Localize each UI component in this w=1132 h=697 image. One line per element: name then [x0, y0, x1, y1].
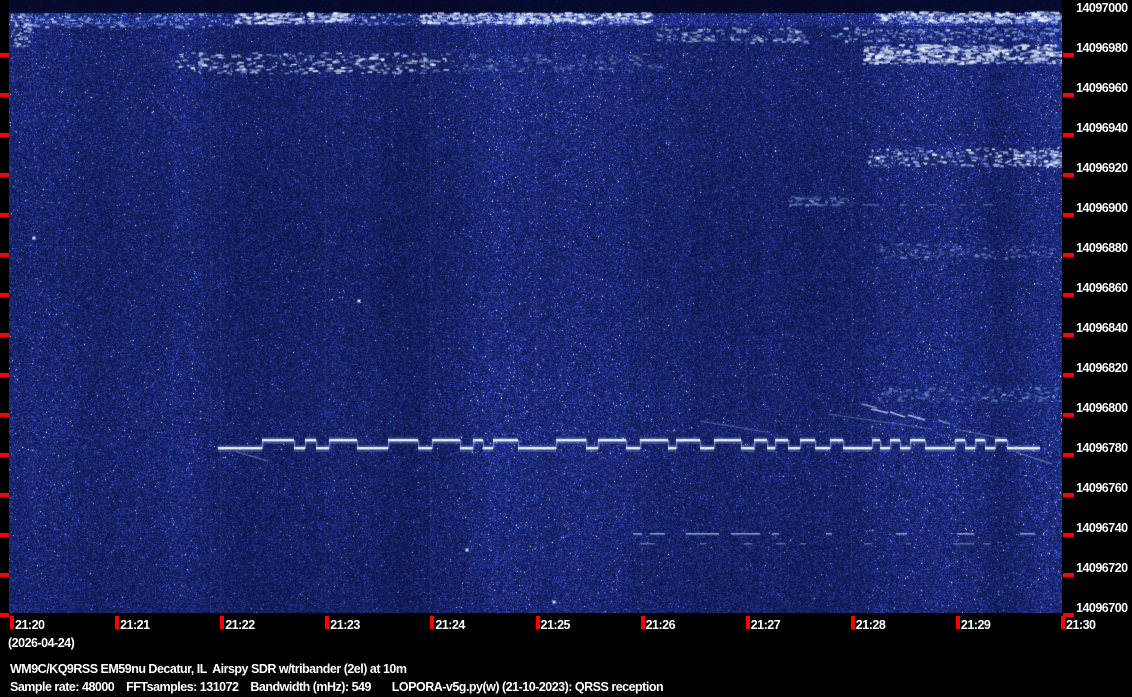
- freq-tick-right: [1063, 573, 1074, 577]
- freq-tick-left: [0, 53, 9, 57]
- freq-tick-left: [0, 213, 9, 217]
- freq-label: 14096920: [1076, 161, 1128, 175]
- time-label: 21:25: [540, 618, 571, 632]
- freq-label: 14096740: [1076, 521, 1128, 535]
- date-label: (2026-04-24): [8, 636, 75, 650]
- freq-label: 14096900: [1076, 201, 1128, 215]
- freq-label: 14096960: [1076, 81, 1128, 95]
- freq-tick-left: [0, 253, 9, 257]
- time-tick: [220, 616, 225, 629]
- time-label: 21:20: [15, 618, 45, 632]
- freq-tick-left: [0, 293, 9, 297]
- time-tick: [955, 616, 960, 629]
- freq-tick-left: [0, 573, 9, 577]
- time-label: 21:30: [1066, 618, 1096, 632]
- freq-tick-right: [1063, 173, 1074, 177]
- time-label: 21:22: [225, 618, 255, 632]
- time-tick: [10, 616, 14, 629]
- settings-info-line: Sample rate: 48000 FFTsamples: 131072 Ba…: [10, 680, 664, 694]
- freq-tick-left: [0, 413, 9, 417]
- time-label: 21:24: [435, 618, 465, 632]
- time-tick: [535, 616, 540, 629]
- freq-tick-left: [0, 93, 9, 97]
- time-label: 21:27: [750, 618, 781, 632]
- freq-tick-left: [0, 173, 9, 177]
- freq-tick-right: [1063, 533, 1074, 537]
- freq-label: 14096800: [1076, 401, 1128, 415]
- station-info-line: WM9C/KQ9RSS EM59nu Decatur, IL Airspy SD…: [10, 662, 407, 676]
- freq-label: 14096880: [1076, 241, 1128, 255]
- time-label: 21:26: [645, 618, 676, 632]
- time-label: 21:23: [330, 618, 360, 632]
- time-tick: [1061, 616, 1065, 629]
- freq-tick-right: [1063, 453, 1074, 457]
- freq-label: 14096860: [1076, 281, 1128, 295]
- freq-label: 14096820: [1076, 361, 1128, 375]
- spectrogram-canvas: [9, 0, 1062, 613]
- freq-tick-right: [1063, 133, 1074, 137]
- freq-tick-left: [0, 613, 9, 617]
- time-tick: [745, 616, 750, 629]
- freq-label: 14096760: [1076, 481, 1128, 495]
- freq-tick-right: [1063, 93, 1074, 97]
- freq-label: 14096980: [1076, 41, 1128, 55]
- time-tick: [640, 616, 645, 629]
- freq-label: 14096720: [1076, 561, 1128, 575]
- freq-tick-right: [1063, 333, 1074, 337]
- freq-label: 14096700: [1076, 601, 1128, 615]
- freq-label: 14096780: [1076, 441, 1128, 455]
- time-tick: [850, 616, 855, 629]
- time-tick: [115, 616, 120, 629]
- freq-tick-left: [0, 133, 9, 137]
- freq-tick-right: [1063, 53, 1074, 57]
- freq-label: 14096840: [1076, 321, 1128, 335]
- freq-tick-right: [1063, 253, 1074, 257]
- freq-tick-left: [0, 333, 9, 337]
- time-label: 21:28: [855, 618, 886, 632]
- time-tick: [325, 616, 330, 629]
- freq-label: 14096940: [1076, 121, 1128, 135]
- freq-tick-right: [1063, 213, 1074, 217]
- freq-tick-left: [0, 493, 9, 497]
- freq-tick-left: [0, 453, 9, 457]
- freq-tick-right: [1063, 373, 1074, 377]
- time-label: 21:29: [960, 618, 991, 632]
- freq-tick-right: [1063, 493, 1074, 497]
- time-tick: [430, 616, 435, 629]
- freq-tick-left: [0, 373, 9, 377]
- freq-tick-right: [1063, 413, 1074, 417]
- time-label: 21:21: [120, 618, 150, 632]
- freq-label: 14097000: [1076, 1, 1128, 15]
- freq-tick-right: [1063, 293, 1074, 297]
- freq-tick-left: [0, 533, 9, 537]
- qrss-grabber-screen: 14097000 14096980 14096960 14096940 14096920…: [0, 0, 1132, 697]
